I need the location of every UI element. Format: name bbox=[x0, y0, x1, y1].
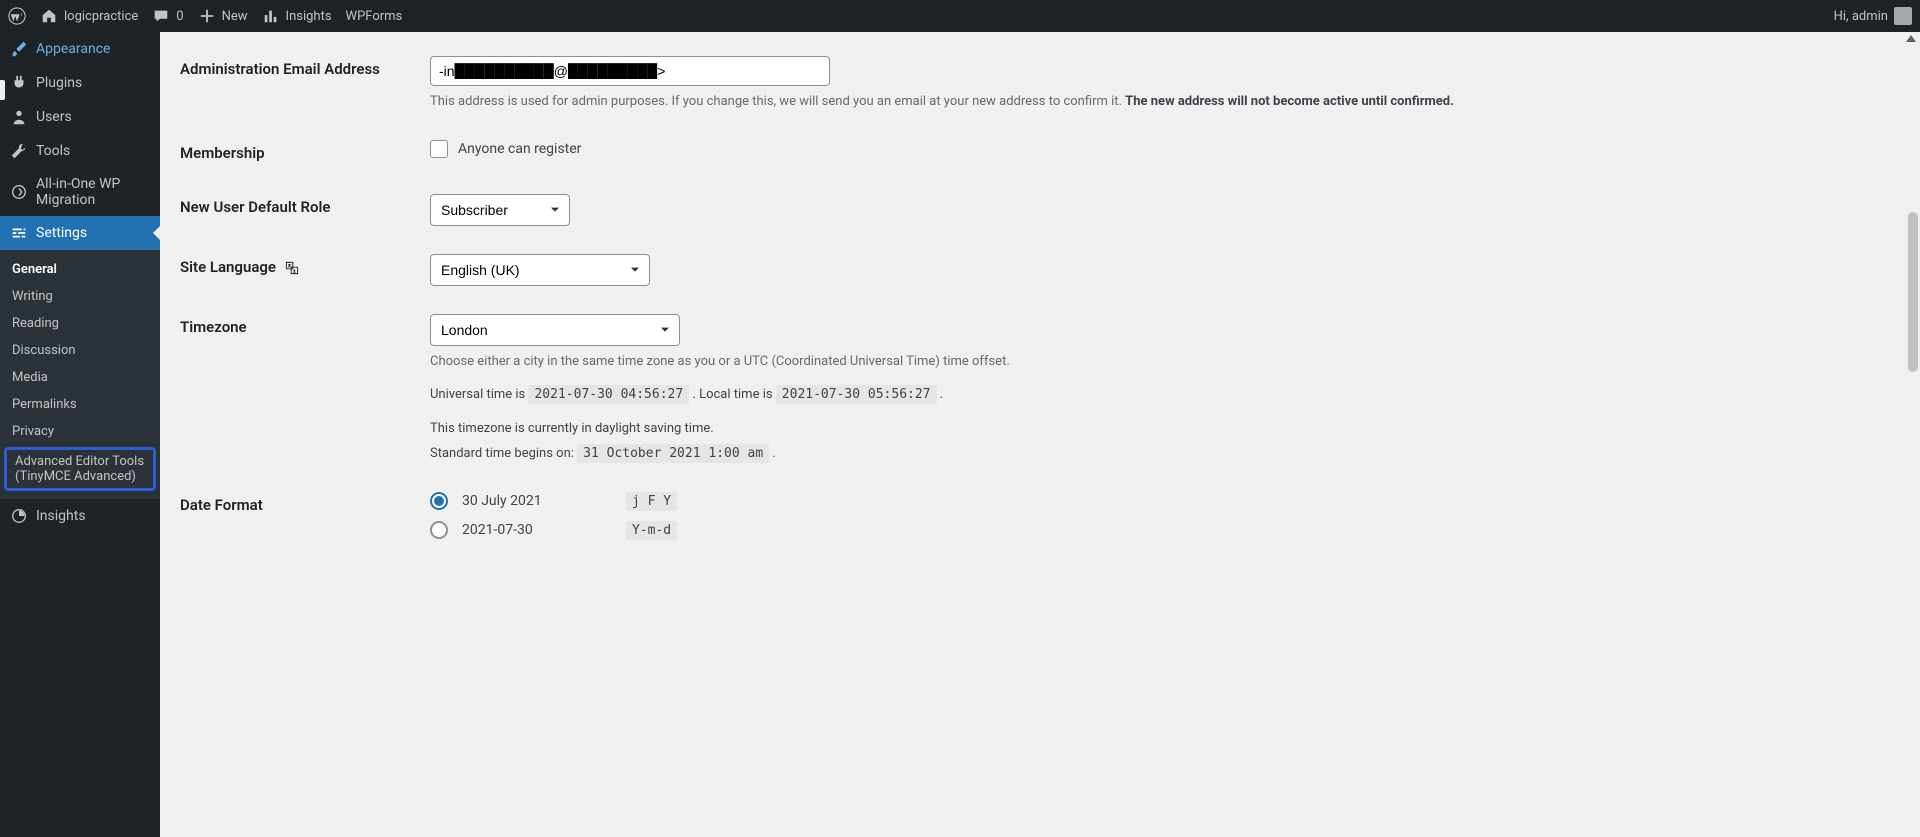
wp-logo[interactable] bbox=[8, 7, 26, 25]
sidebar-item-label: Settings bbox=[36, 225, 87, 241]
anyone-can-register-label: Anyone can register bbox=[458, 141, 581, 157]
collapse-handle[interactable] bbox=[0, 80, 5, 100]
std-time-value: 31 October 2021 1:00 am bbox=[577, 444, 769, 463]
date-format-sample-1: 30 July 2021 bbox=[462, 493, 612, 509]
greeting: Hi, admin bbox=[1834, 9, 1888, 24]
admin-bar: logicpractice 0 New Insights WPForms Hi,… bbox=[0, 0, 1920, 32]
timezone-label: Timezone bbox=[180, 300, 420, 478]
timezone-times: Universal time is 2021-07-30 04:56:27 . … bbox=[430, 385, 1890, 405]
admin-email-label: Administration Email Address bbox=[180, 42, 420, 126]
submenu-reading[interactable]: Reading bbox=[0, 310, 160, 337]
scroll-up-icon bbox=[1906, 34, 1916, 42]
membership-label: Membership bbox=[180, 126, 420, 180]
submenu-permalinks[interactable]: Permalinks bbox=[0, 391, 160, 418]
migrate-icon bbox=[10, 183, 28, 201]
sidebar-item-label: Plugins bbox=[36, 75, 82, 91]
sidebar-item-label: Users bbox=[36, 109, 72, 125]
settings-general-form: Administration Email Address This addres… bbox=[160, 32, 1920, 837]
site-name: logicpractice bbox=[64, 9, 138, 24]
submenu-general[interactable]: General bbox=[0, 256, 160, 283]
sliders-icon bbox=[10, 224, 28, 242]
new-content[interactable]: New bbox=[198, 7, 248, 25]
submenu-media[interactable]: Media bbox=[0, 364, 160, 391]
chart-icon bbox=[10, 507, 28, 525]
sidebar-item-label: Insights bbox=[36, 508, 86, 524]
sidebar-item-migration[interactable]: All-in-One WP Migration bbox=[0, 168, 160, 216]
submenu-discussion[interactable]: Discussion bbox=[0, 337, 160, 364]
bars-icon bbox=[262, 7, 280, 25]
timezone-std-note: Standard time begins on: 31 October 2021… bbox=[430, 444, 1890, 464]
submenu-privacy[interactable]: Privacy bbox=[0, 418, 160, 445]
admin-email-help: This address is used for admin purposes.… bbox=[430, 92, 1890, 112]
sidebar-item-label: Appearance bbox=[36, 41, 110, 57]
new-label: New bbox=[222, 9, 248, 24]
admin-sidebar: Appearance Plugins Users Tools All-in-On… bbox=[0, 32, 160, 837]
scroll-thumb[interactable] bbox=[1908, 212, 1918, 372]
sidebar-item-label: Tools bbox=[36, 143, 70, 159]
settings-submenu: General Writing Reading Discussion Media… bbox=[0, 250, 160, 499]
wpforms-link[interactable]: WPForms bbox=[346, 9, 403, 24]
comments-count: 0 bbox=[176, 9, 183, 24]
timezone-select[interactable]: London bbox=[430, 314, 680, 346]
site-language-label: Site Language bbox=[180, 240, 420, 300]
insights-label: Insights bbox=[286, 9, 332, 24]
date-format-code-1: j F Y bbox=[626, 492, 677, 511]
avatar bbox=[1894, 7, 1912, 25]
sidebar-item-settings[interactable]: Settings bbox=[0, 216, 160, 250]
universal-time-value: 2021-07-30 04:56:27 bbox=[528, 385, 689, 404]
date-format-sample-2: 2021-07-30 bbox=[462, 522, 612, 538]
plug-icon bbox=[10, 74, 28, 92]
site-language-select[interactable]: English (UK) bbox=[430, 254, 650, 286]
date-format-radio-2[interactable] bbox=[430, 521, 448, 539]
wordpress-icon bbox=[8, 7, 26, 25]
sidebar-item-users[interactable]: Users bbox=[0, 100, 160, 134]
scrollbar[interactable] bbox=[1905, 32, 1920, 837]
wpforms-label: WPForms bbox=[346, 9, 403, 24]
account-link[interactable]: Hi, admin bbox=[1834, 7, 1912, 25]
admin-email-input[interactable] bbox=[430, 56, 830, 86]
date-format-code-2: Y-m-d bbox=[626, 521, 677, 540]
submenu-writing[interactable]: Writing bbox=[0, 283, 160, 310]
site-link[interactable]: logicpractice bbox=[40, 7, 138, 25]
local-time-value: 2021-07-30 05:56:27 bbox=[776, 385, 937, 404]
sidebar-item-plugins[interactable]: Plugins bbox=[0, 66, 160, 100]
plus-icon bbox=[198, 7, 216, 25]
sidebar-item-insights[interactable]: Insights bbox=[0, 499, 160, 533]
sidebar-item-appearance[interactable]: Appearance bbox=[0, 32, 160, 66]
translate-icon bbox=[284, 260, 300, 276]
anyone-can-register-checkbox[interactable] bbox=[430, 140, 448, 158]
sidebar-item-tools[interactable]: Tools bbox=[0, 134, 160, 168]
timezone-dst-note: This timezone is currently in daylight s… bbox=[430, 419, 1890, 439]
home-icon bbox=[40, 7, 58, 25]
sidebar-item-label: All-in-One WP Migration bbox=[36, 176, 150, 208]
comment-icon bbox=[152, 7, 170, 25]
date-format-radio-1[interactable] bbox=[430, 492, 448, 510]
comments-link[interactable]: 0 bbox=[152, 7, 183, 25]
default-role-select[interactable]: Subscriber bbox=[430, 194, 570, 226]
submenu-advanced-editor-tools[interactable]: Advanced Editor Tools (TinyMCE Advanced) bbox=[4, 447, 156, 491]
timezone-help: Choose either a city in the same time zo… bbox=[430, 352, 1890, 372]
wrench-icon bbox=[10, 142, 28, 160]
date-format-label: Date Format bbox=[180, 478, 420, 564]
brush-icon bbox=[10, 40, 28, 58]
insights-link[interactable]: Insights bbox=[262, 7, 332, 25]
user-icon bbox=[10, 108, 28, 126]
default-role-label: New User Default Role bbox=[180, 180, 420, 240]
